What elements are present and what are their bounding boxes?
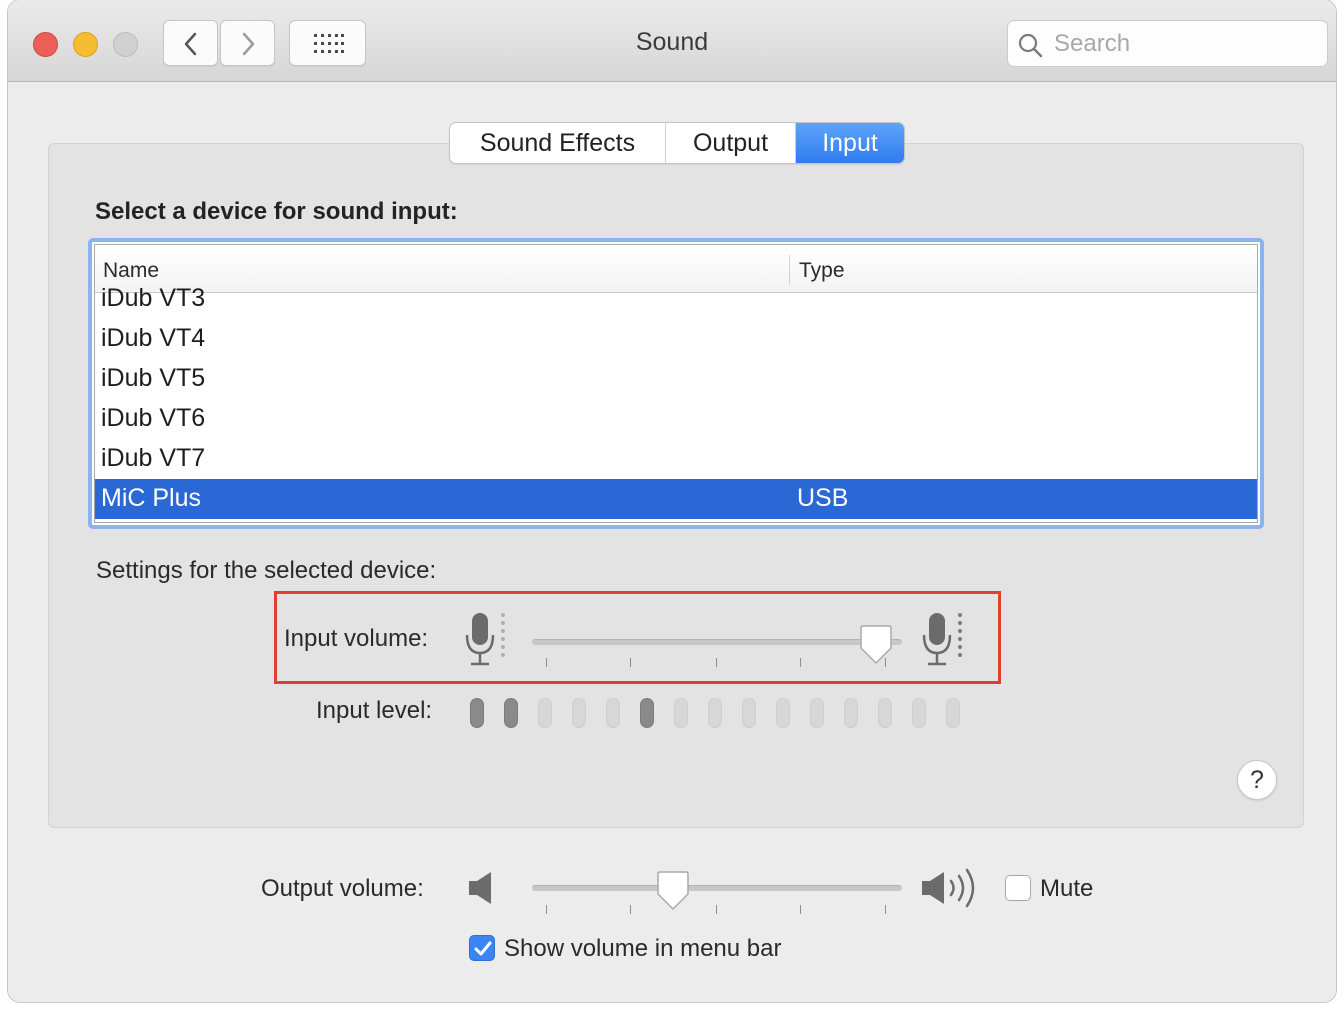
input-level-bar [538, 698, 552, 728]
search-input[interactable] [1054, 29, 1314, 59]
search-field[interactable] [1007, 20, 1328, 67]
input-level-bar [946, 698, 960, 728]
table-row[interactable]: iDub VT7 [95, 439, 1257, 479]
checkmark-icon [474, 941, 492, 956]
speaker-high-icon [922, 868, 975, 908]
slider-tick [630, 905, 631, 914]
table-row[interactable]: iDub VT4 [95, 319, 1257, 359]
device-name: iDub VT6 [101, 404, 206, 432]
search-icon [1018, 33, 1043, 58]
output-volume-slider-knob[interactable] [656, 870, 690, 912]
input-level-bar [878, 698, 892, 728]
slider-tick [716, 905, 717, 914]
slider-tick [546, 905, 547, 914]
device-type: USB [797, 484, 849, 512]
input-volume-highlight-box [274, 591, 1001, 684]
device-name: MiC Plus [101, 484, 202, 512]
sound-preferences-window: Sound Sound Effects Output Input Select … [8, 0, 1336, 1002]
input-device-table[interactable]: Name Type iDub VT3 iDub VT4 iDub VT5 iDu… [88, 238, 1264, 529]
input-level-bar [742, 698, 756, 728]
table-row[interactable]: iDub VT3 [95, 279, 1257, 319]
slider-tick [800, 905, 801, 914]
table-row[interactable]: iDub VT5 [95, 359, 1257, 399]
input-level-bar [912, 698, 926, 728]
input-level-bar [810, 698, 824, 728]
input-level-bar [504, 698, 518, 728]
device-name: iDub VT4 [101, 324, 206, 352]
input-level-bar [640, 698, 654, 728]
tab-output[interactable]: Output [666, 123, 796, 163]
output-volume-label: Output volume: [261, 875, 424, 902]
input-level-bar [572, 698, 586, 728]
table-row[interactable]: iDub VT6 [95, 399, 1257, 439]
output-volume-slider-track[interactable] [532, 885, 902, 891]
device-settings-heading: Settings for the selected device: [96, 557, 437, 584]
device-name: iDub VT5 [101, 364, 206, 392]
device-select-heading: Select a device for sound input: [95, 198, 458, 225]
input-level-bar [844, 698, 858, 728]
speaker-low-icon [469, 872, 491, 904]
help-icon: ? [1250, 766, 1264, 794]
input-level-label: Input level: [316, 697, 433, 724]
input-level-bar [606, 698, 620, 728]
input-level-bar [776, 698, 790, 728]
mute-label: Mute [1040, 875, 1094, 902]
table-body-frame: Name Type iDub VT3 iDub VT4 iDub VT5 iDu… [94, 244, 1258, 523]
mute-checkbox[interactable] [1005, 875, 1031, 901]
show-volume-in-menubar-label: Show volume in menu bar [504, 935, 782, 962]
slider-tick [885, 905, 886, 914]
table-row-selected[interactable]: MiC Plus USB [95, 479, 1257, 519]
help-button[interactable]: ? [1237, 760, 1277, 800]
input-level-bar [674, 698, 688, 728]
tab-input[interactable]: Input [796, 123, 904, 163]
device-name: iDub VT3 [101, 284, 206, 312]
tab-sound-effects[interactable]: Sound Effects [450, 123, 666, 163]
input-level-bar [470, 698, 484, 728]
input-level-bar [708, 698, 722, 728]
tab-bar: Sound Effects Output Input [449, 122, 905, 164]
show-volume-in-menubar-checkbox[interactable] [469, 935, 495, 961]
titlebar: Sound [8, 0, 1336, 82]
device-name: iDub VT7 [101, 444, 206, 472]
